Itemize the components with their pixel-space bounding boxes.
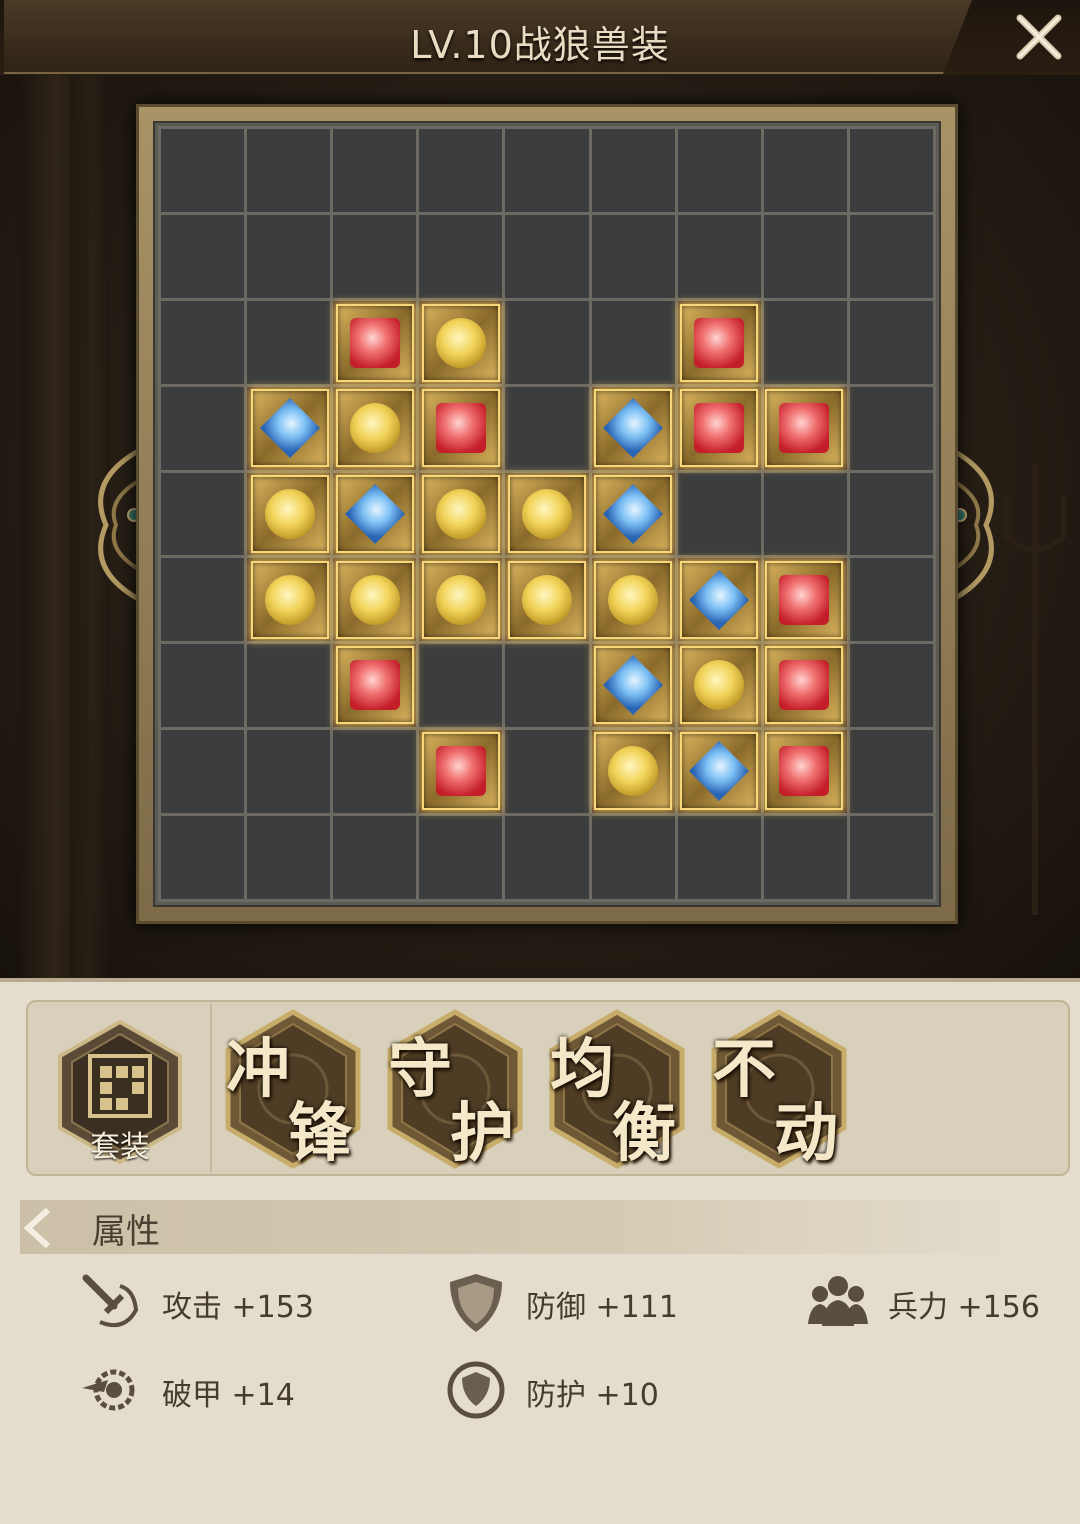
gem-stone — [688, 740, 749, 801]
gem-stone — [259, 398, 320, 459]
badge-glyph-bottom: 衡 — [612, 1096, 676, 1171]
gem-stone — [436, 489, 487, 539]
set-badge[interactable]: 守护 — [384, 1008, 526, 1171]
gem-yellow[interactable] — [422, 475, 501, 553]
set-badge[interactable]: 均衡 — [546, 1008, 688, 1171]
gem-stone — [779, 403, 830, 454]
gem-stone — [522, 574, 572, 625]
close-icon[interactable] — [1010, 8, 1068, 66]
badge-glyph-top: 不 — [712, 1032, 776, 1107]
gem-stone — [779, 574, 830, 625]
gem-blue[interactable] — [336, 475, 415, 553]
gem-stone — [436, 403, 487, 454]
set-label: 套装 — [90, 1130, 150, 1165]
stat-armor-break-text: 破甲 +14 — [162, 1378, 295, 1413]
gem-stone — [350, 317, 401, 368]
gem-yellow[interactable] — [250, 475, 329, 553]
armor-break-icon — [82, 1369, 135, 1411]
gem-yellow[interactable] — [336, 560, 415, 639]
gem-stone — [607, 574, 658, 625]
stat-troops-text: 兵力 +156 — [888, 1290, 1040, 1325]
stat-attack-text: 攻击 +153 — [162, 1290, 314, 1325]
gem-stone — [779, 660, 830, 711]
gem-yellow[interactable] — [593, 731, 672, 810]
stat-protection-text: 防护 +10 — [526, 1378, 659, 1413]
badge-glyph-top: 冲 — [226, 1032, 290, 1107]
gem-yellow[interactable] — [508, 475, 586, 553]
sword-icon — [82, 1274, 139, 1327]
set-badge[interactable]: 冲锋 — [222, 1008, 364, 1171]
gem-stone — [607, 745, 658, 796]
gem-stone — [350, 403, 401, 454]
page-title: LV.10战狼兽装 — [410, 23, 670, 67]
panel-edge — [0, 978, 1080, 982]
shield-icon — [450, 1274, 502, 1332]
gem-blue[interactable] — [593, 389, 672, 468]
set-badge[interactable]: 不动 — [708, 1008, 850, 1171]
gem-red[interactable] — [765, 646, 844, 725]
gem-yellow[interactable] — [336, 389, 415, 468]
attributes-title: 属性 — [92, 1212, 160, 1252]
gem-yellow[interactable] — [593, 560, 672, 639]
gem-yellow[interactable] — [250, 560, 329, 639]
gem-red[interactable] — [422, 731, 501, 810]
gem-red[interactable] — [422, 389, 501, 468]
gem-stone — [436, 574, 487, 625]
gem-red[interactable] — [765, 731, 844, 810]
gem-layer — [158, 126, 936, 902]
gem-blue[interactable] — [679, 731, 758, 810]
gem-stone — [350, 660, 401, 711]
gem-stone — [602, 655, 663, 716]
gem-red[interactable] — [336, 646, 415, 725]
gem-stone — [436, 317, 487, 368]
badge-glyph-top: 守 — [388, 1032, 452, 1107]
gem-blue[interactable] — [593, 646, 672, 725]
gem-yellow[interactable] — [422, 303, 501, 382]
attributes-header — [20, 1200, 1020, 1254]
set-divider — [210, 1004, 212, 1172]
badge-glyph-bottom: 护 — [450, 1096, 514, 1171]
chevron-left-icon — [23, 1207, 51, 1249]
gem-stone — [436, 745, 487, 796]
gem-stone — [602, 398, 663, 459]
gem-stone — [264, 489, 315, 539]
gem-yellow[interactable] — [508, 560, 586, 639]
gem-red[interactable] — [765, 389, 844, 468]
badge-glyph-bottom: 锋 — [288, 1096, 352, 1171]
gem-red[interactable] — [336, 303, 415, 382]
gem-yellow[interactable] — [422, 560, 501, 639]
gem-stone — [688, 569, 749, 630]
gem-stone — [345, 483, 406, 545]
stat-defense-text: 防御 +111 — [526, 1290, 678, 1325]
gem-blue[interactable] — [250, 389, 329, 468]
gem-red[interactable] — [679, 389, 758, 468]
badge-glyph-top: 均 — [550, 1032, 614, 1107]
gem-stone — [693, 403, 744, 454]
protection-icon — [447, 1361, 505, 1419]
gem-stone — [522, 489, 572, 539]
gem-stone — [350, 574, 401, 625]
troops-icon — [808, 1276, 868, 1326]
gem-blue[interactable] — [593, 475, 672, 553]
gem-stone — [602, 483, 663, 545]
gem-blue[interactable] — [679, 560, 758, 639]
gem-stone — [264, 574, 315, 625]
gem-red[interactable] — [765, 560, 844, 639]
gem-yellow[interactable] — [679, 646, 758, 725]
gem-red[interactable] — [679, 303, 758, 382]
gem-stone — [693, 317, 744, 368]
gem-stone — [779, 745, 830, 796]
badge-glyph-bottom: 动 — [774, 1096, 838, 1171]
gem-stone — [693, 660, 744, 711]
